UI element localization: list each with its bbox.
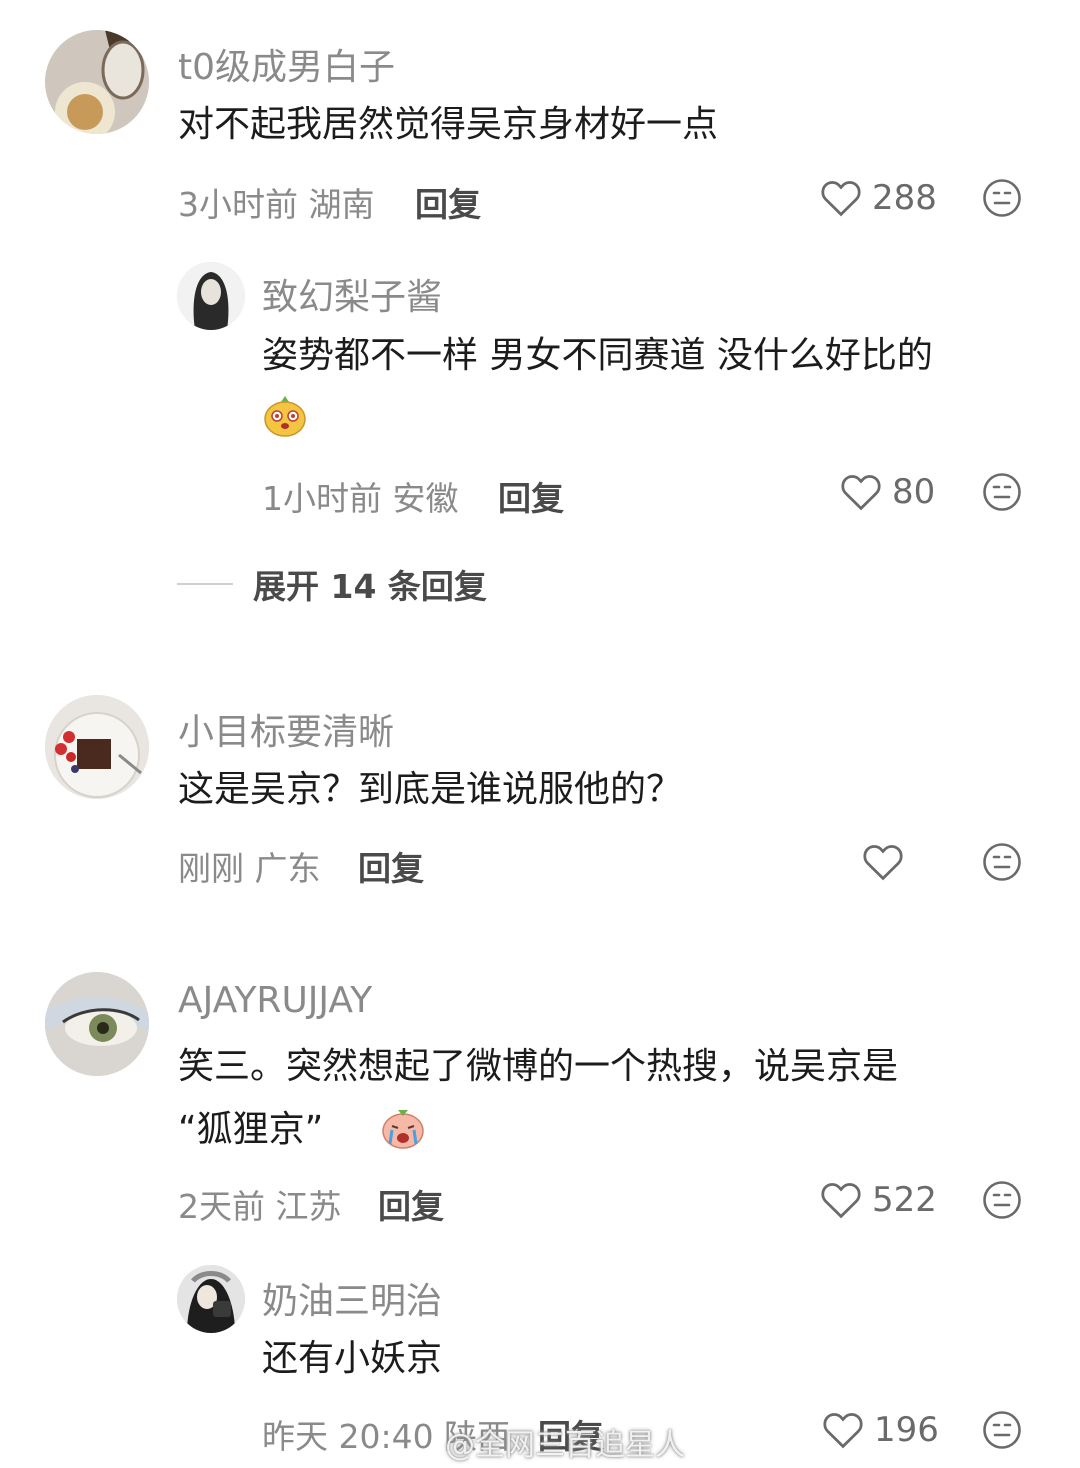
comment-text: 还有小妖京	[262, 1338, 443, 1379]
comment-text: 这是吴京？到底是谁说服他的？	[178, 769, 683, 810]
username[interactable]: 小目标要清晰	[178, 703, 394, 755]
avatar[interactable]	[45, 30, 149, 134]
time-location: 刚刚 广东	[178, 849, 321, 888]
avatar[interactable]	[177, 262, 245, 330]
like-button[interactable]: 288	[820, 176, 937, 220]
avatar[interactable]	[45, 972, 149, 1076]
avatar[interactable]	[177, 1265, 245, 1333]
time-location: 2天前 江苏	[178, 1187, 342, 1226]
username[interactable]: 致幻梨子酱	[262, 268, 442, 320]
like-button[interactable]: 522	[820, 1178, 937, 1222]
neutral-face-icon[interactable]	[982, 178, 1022, 218]
like-count: 522	[872, 1180, 937, 1220]
neutral-face-icon[interactable]	[982, 842, 1022, 882]
like-button[interactable]	[862, 840, 914, 884]
time-location: 1小时前 安徽	[262, 479, 459, 518]
crying-face-emoji-icon	[382, 1110, 424, 1149]
heart-outline-icon	[841, 475, 881, 511]
like-button[interactable]: 196	[822, 1408, 939, 1452]
avatar[interactable]	[45, 695, 149, 799]
like-button[interactable]: 80	[840, 470, 935, 514]
comment-text-line1: 笑三。突然想起了微博的一个热搜，说吴京是	[178, 1046, 899, 1087]
heart-outline-icon	[821, 181, 861, 217]
like-count: 80	[892, 472, 936, 512]
heart-outline-icon	[823, 1413, 863, 1449]
heart-outline-icon	[863, 845, 903, 881]
comment-text: 姿势都不一样 男女不同赛道 没什么好比的	[262, 335, 933, 376]
neutral-face-icon[interactable]	[982, 1410, 1022, 1450]
comment-text: 对不起我居然觉得吴京身材好一点	[178, 104, 719, 145]
expand-replies-button[interactable]: 展开 14 条回复	[177, 560, 487, 608]
like-count: 196	[874, 1410, 939, 1450]
heart-outline-icon	[821, 1183, 861, 1219]
comment-text-line2: “狐狸京”	[178, 1109, 324, 1150]
pear-emoji-icon	[264, 396, 306, 437]
reply-button[interactable]: 回复	[358, 842, 424, 890]
divider	[177, 583, 233, 585]
username[interactable]: AJAYRUJJAY	[178, 980, 372, 1021]
like-count: 288	[872, 178, 937, 218]
time-location: 3小时前 湖南	[178, 185, 375, 224]
neutral-face-icon[interactable]	[982, 1180, 1022, 1220]
neutral-face-icon[interactable]	[982, 472, 1022, 512]
expand-replies-label: 展开 14 条回复	[253, 567, 487, 606]
reply-button[interactable]: 回复	[498, 472, 564, 520]
reply-button[interactable]: 回复	[415, 178, 481, 226]
reply-button[interactable]: 回复	[378, 1180, 444, 1228]
username[interactable]: t0级成男白子	[178, 38, 395, 90]
watermark: @全网三百追星人	[445, 1428, 685, 1463]
username[interactable]: 奶油三明治	[262, 1272, 442, 1324]
